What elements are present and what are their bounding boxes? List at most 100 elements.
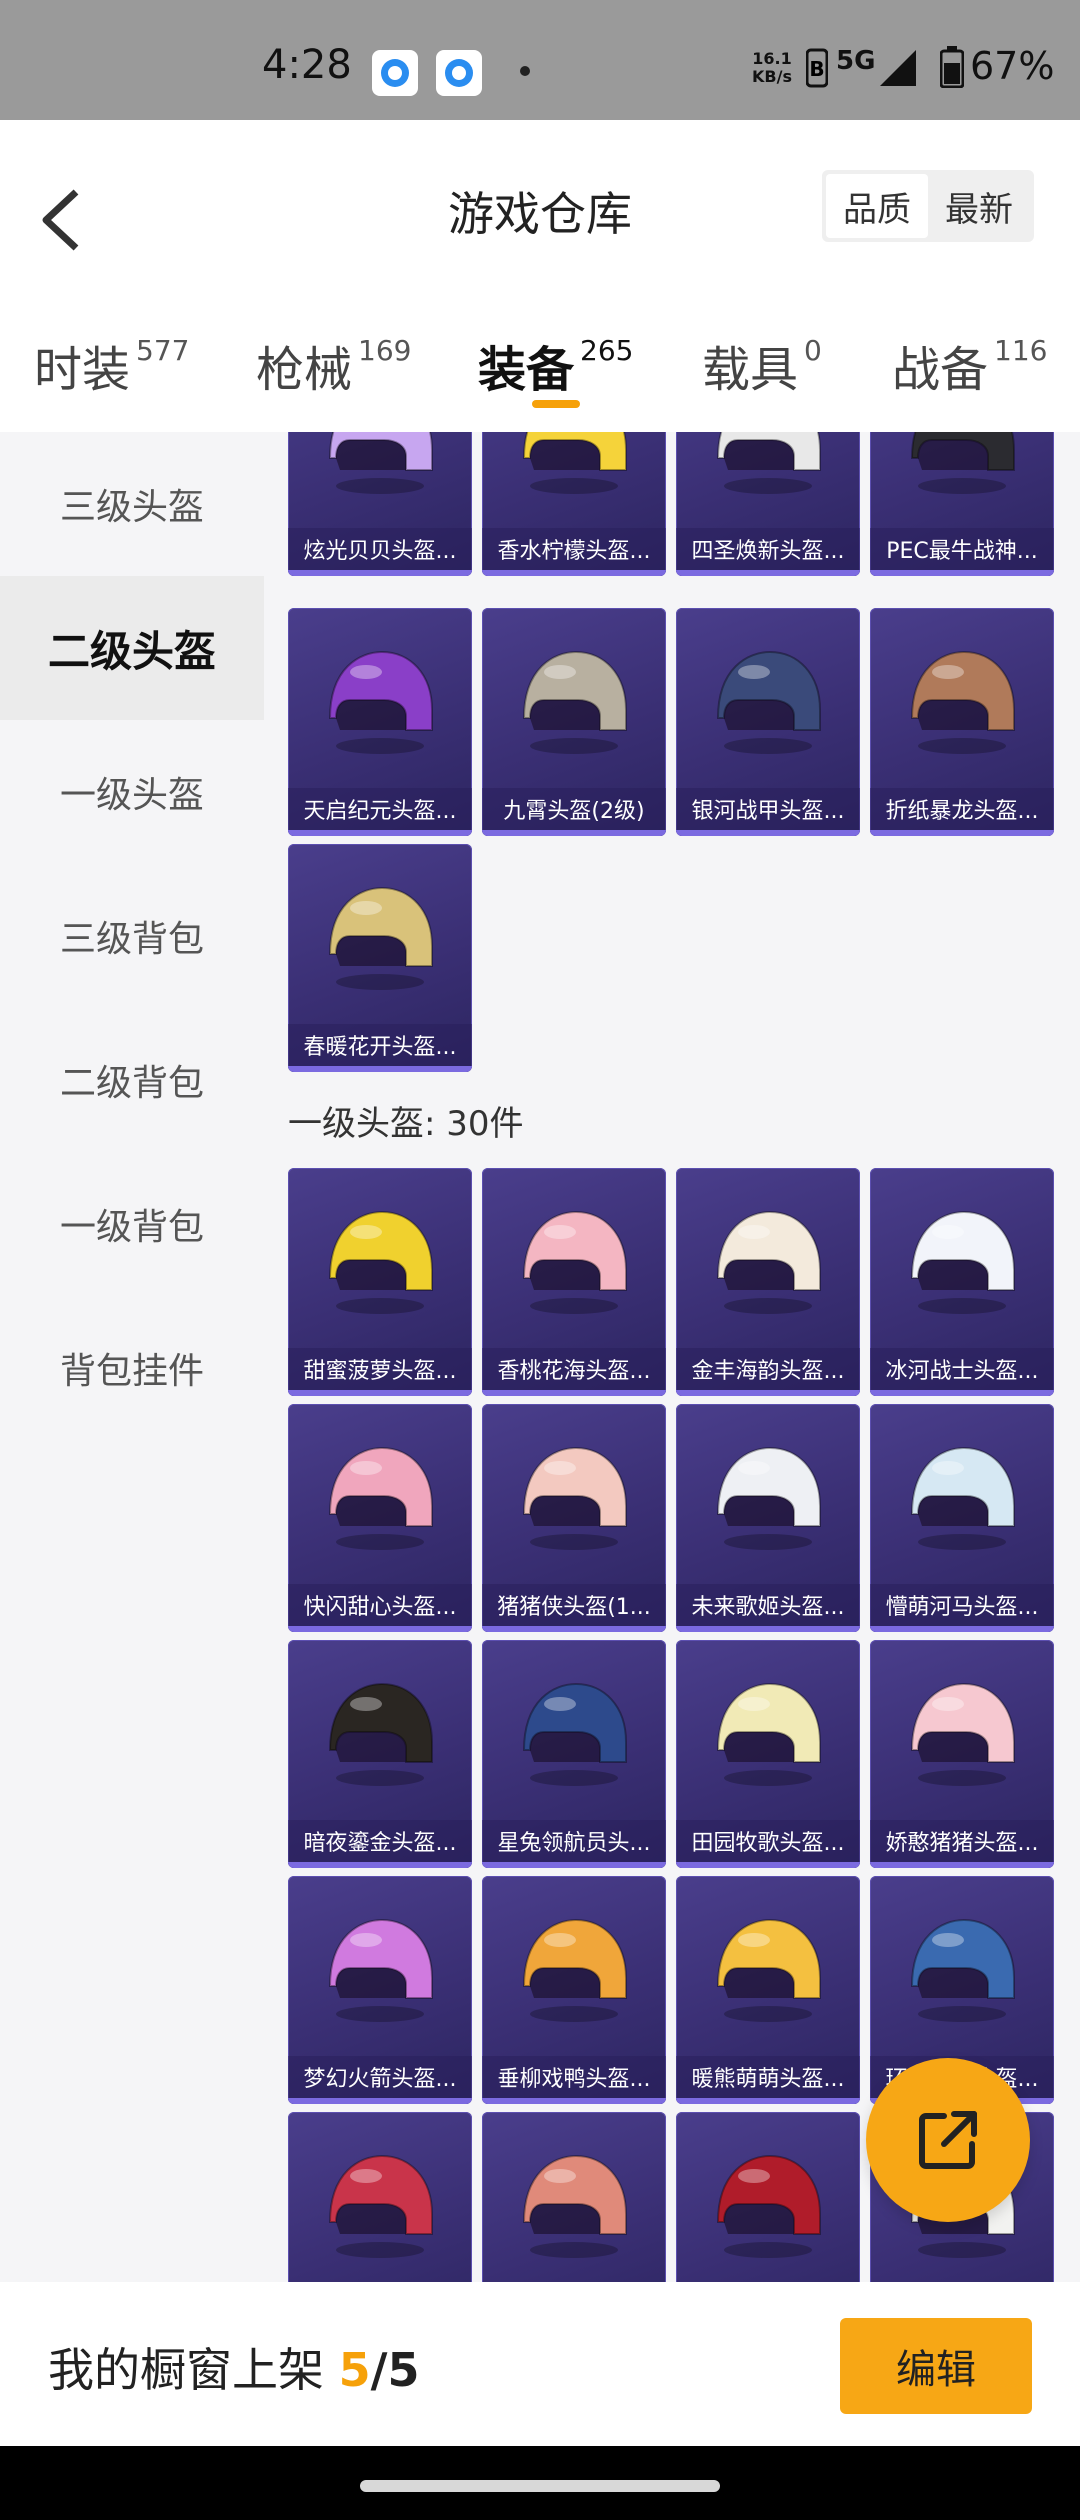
showcase-bar: 我的橱窗上架 5/5 编辑 [0, 2282, 1080, 2446]
item-card[interactable]: 四圣焕新头盔... [676, 432, 860, 576]
item-name: PEC最牛战神... [870, 528, 1054, 576]
tab-supplies[interactable]: 战备 116 [892, 330, 1047, 400]
helmet-icon [522, 1918, 627, 2022]
item-card[interactable]: 香桃花海头盔... [482, 1168, 666, 1396]
sidebar-item-level2-backpack[interactable]: 二级背包 [0, 1008, 264, 1152]
item-thumbnail [482, 608, 666, 788]
item-thumbnail [482, 1168, 666, 1348]
network-speed: 16.1 KB/s [752, 49, 792, 86]
helmet-icon [910, 432, 1015, 494]
item-thumbnail [676, 1168, 860, 1348]
helmet-icon [910, 1682, 1015, 1786]
item-name: 炫光贝贝头盔... [288, 528, 472, 576]
item-card[interactable]: 懵萌河马头盔... [870, 1404, 1054, 1632]
item-name: 银河战甲头盔... [676, 788, 860, 836]
helmet-icon [716, 1682, 821, 1786]
item-card[interactable]: 田园牧歌头盔... [676, 1640, 860, 1868]
showcase-label: 我的橱窗上架 5/5 [48, 2343, 420, 2397]
helmet-icon [328, 1446, 433, 1550]
item-card[interactable]: 香水柠檬头盔... [482, 432, 666, 576]
helmet-icon [522, 1446, 627, 1550]
helmet-icon [716, 1446, 821, 1550]
item-thumbnail [870, 608, 1054, 788]
item-name: 九霄头盔(2级) [482, 788, 666, 836]
sidebar-item-level2-helmet[interactable]: 二级头盔 [0, 576, 264, 720]
item-card[interactable]: 天启纪元头盔... [288, 608, 472, 836]
sidebar: 三级头盔 二级头盔 一级头盔 三级背包 二级背包 一级背包 背包挂件 [0, 432, 264, 2282]
share-button[interactable] [866, 2058, 1030, 2222]
item-card[interactable] [676, 2112, 860, 2282]
helmet-icon [328, 1210, 433, 1314]
item-card[interactable]: 暗夜鎏金头盔... [288, 1640, 472, 1868]
tab-weapons[interactable]: 枪械 169 [256, 330, 411, 400]
item-card[interactable]: 九霄头盔(2级) [482, 608, 666, 836]
helmet-icon [522, 2154, 627, 2258]
bluetooth-icon: B [805, 48, 829, 92]
status-time: 4:28 [262, 42, 352, 88]
helmet-icon [522, 650, 627, 754]
tab-vehicles[interactable]: 载具 0 [702, 330, 822, 400]
helmet-icon [328, 1682, 433, 1786]
item-name: 快闪甜心头盔... [288, 1584, 472, 1632]
item-name: 冰河战士头盔... [870, 1348, 1054, 1396]
category-tabs: 时装 577 枪械 169 装备 265 载具 0 战备 116 [0, 290, 1080, 432]
helmet-icon [328, 650, 433, 754]
item-thumbnail [870, 1168, 1054, 1348]
more-notifications-dot [520, 66, 530, 76]
item-name: 暗夜鎏金头盔... [288, 1820, 472, 1868]
item-name: 田园牧歌头盔... [676, 1820, 860, 1868]
sidebar-item-level3-backpack[interactable]: 三级背包 [0, 864, 264, 1008]
item-name: 猪猪侠头盔(1... [482, 1584, 666, 1632]
helmet-icon [716, 2154, 821, 2258]
system-nav-bar [0, 2446, 1080, 2520]
home-indicator[interactable] [360, 2480, 720, 2492]
tab-equipment[interactable]: 装备 265 [478, 330, 633, 400]
sort-newest-button[interactable]: 最新 [928, 174, 1030, 238]
sort-quality-button[interactable]: 品质 [826, 174, 928, 238]
helmet-icon [910, 1210, 1015, 1314]
item-card[interactable]: 快闪甜心头盔... [288, 1404, 472, 1632]
item-card[interactable]: 暖熊萌萌头盔... [676, 1876, 860, 2104]
item-card[interactable]: 娇憨猪猪头盔... [870, 1640, 1054, 1868]
helmet-icon [522, 1210, 627, 1314]
item-card[interactable]: 星兔领航员头... [482, 1640, 666, 1868]
item-card[interactable]: 金丰海韵头盔... [676, 1168, 860, 1396]
item-thumbnail [870, 1640, 1054, 1820]
item-thumbnail [482, 432, 666, 528]
helmet-icon [328, 1918, 433, 2022]
item-name: 星兔领航员头... [482, 1820, 666, 1868]
sidebar-item-level1-backpack[interactable]: 一级背包 [0, 1152, 264, 1296]
helmet-icon [910, 1446, 1015, 1550]
item-card[interactable]: 春暖花开头盔... [288, 844, 472, 1072]
item-card[interactable]: PEC最牛战神... [870, 432, 1054, 576]
item-card[interactable]: 甜蜜菠萝头盔... [288, 1168, 472, 1396]
battery-icon [939, 46, 965, 92]
item-card[interactable]: 梦幻火箭头盔... [288, 1876, 472, 2104]
item-thumbnail [482, 1404, 666, 1584]
edit-button[interactable]: 编辑 [840, 2318, 1032, 2414]
helmet-icon [522, 432, 627, 494]
sidebar-item-level3-helmet[interactable]: 三级头盔 [0, 432, 264, 576]
item-card[interactable] [482, 2112, 666, 2282]
sidebar-item-backpack-charm[interactable]: 背包挂件 [0, 1296, 264, 1440]
item-card[interactable]: 未来歌姬头盔... [676, 1404, 860, 1632]
item-card[interactable]: 折纸暴龙头盔... [870, 608, 1054, 836]
item-thumbnail [482, 1640, 666, 1820]
item-thumbnail [676, 608, 860, 788]
helmet-icon [716, 432, 821, 494]
tab-fashion[interactable]: 时装 577 [34, 330, 189, 400]
item-card[interactable]: 银河战甲头盔... [676, 608, 860, 836]
item-card[interactable] [288, 2112, 472, 2282]
item-name: 娇憨猪猪头盔... [870, 1820, 1054, 1868]
item-thumbnail [288, 1168, 472, 1348]
item-card[interactable]: 冰河战士头盔... [870, 1168, 1054, 1396]
helmet-icon [716, 650, 821, 754]
item-card[interactable]: 垂柳戏鸭头盔... [482, 1876, 666, 2104]
network-type: 5G [836, 46, 876, 76]
item-thumbnail [288, 2112, 472, 2282]
item-card[interactable]: 炫光贝贝头盔... [288, 432, 472, 576]
item-thumbnail [482, 2112, 666, 2282]
item-card[interactable]: 猪猪侠头盔(1... [482, 1404, 666, 1632]
item-thumbnail [288, 1876, 472, 2056]
sidebar-item-level1-helmet[interactable]: 一级头盔 [0, 720, 264, 864]
